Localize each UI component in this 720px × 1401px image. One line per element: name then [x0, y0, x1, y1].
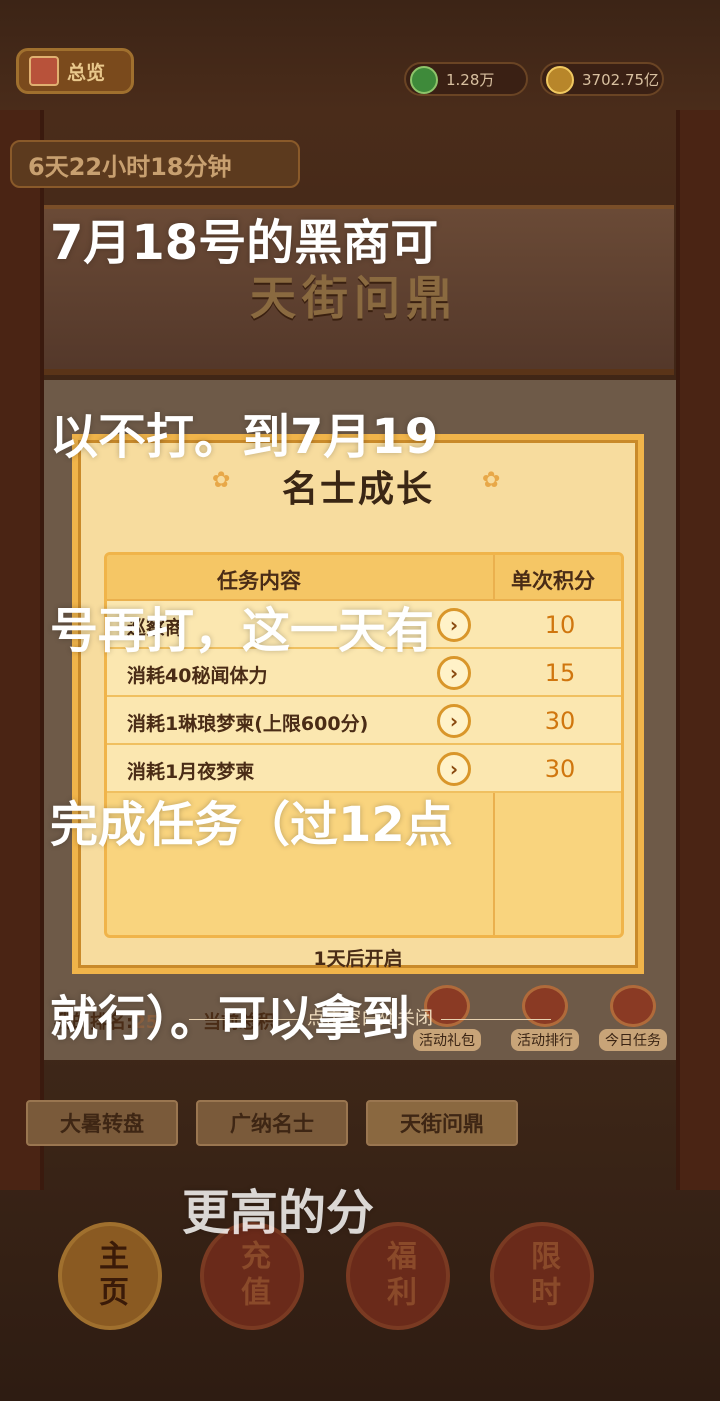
points-value: 30	[544, 755, 576, 783]
modal-title: 名士成长	[281, 469, 434, 510]
overview-label: 总览	[67, 61, 106, 84]
countdown-text: 6天22小时18分钟	[28, 152, 232, 181]
divider	[441, 1018, 551, 1020]
event-countdown: 6天22小时18分钟	[10, 140, 300, 188]
nav-recharge[interactable]: 充值	[200, 1222, 304, 1330]
currency-gold-value: 3702.75亿	[582, 70, 660, 89]
nav-limited[interactable]: 限时	[490, 1222, 594, 1330]
activity-ranking-label: 活动排行	[511, 1029, 579, 1051]
task-table: 任务内容 单次积分 巡察商 › 10 消耗40秘闻体力 › 15 消耗1琳琅梦柬…	[104, 552, 624, 938]
activity-gift-label: 活动礼包	[413, 1029, 481, 1051]
my-rank-label: 我的排名:	[54, 1012, 134, 1033]
table-header: 任务内容 单次积分	[107, 555, 621, 601]
col-task-header: 任务内容	[217, 569, 301, 593]
scroll-icon	[29, 56, 59, 86]
overview-button[interactable]: 总览	[16, 48, 134, 94]
close-hint[interactable]: 点击空白处关闭	[160, 1004, 580, 1030]
modal-footer: 1天后开启	[313, 948, 403, 970]
col-points-header: 单次积分	[511, 569, 595, 593]
right-pillar	[676, 110, 720, 1190]
nav-home[interactable]: 主页	[58, 1222, 162, 1330]
gold-coin-icon	[546, 66, 574, 94]
task-label: 消耗40秘闻体力	[127, 665, 268, 687]
jade-coin-icon	[410, 66, 438, 94]
nav-limited-label: 限时	[525, 1240, 560, 1312]
points-value: 30	[544, 707, 576, 735]
table-row: 消耗1琳琅梦柬(上限600分) › 30	[107, 697, 621, 745]
nav-welfare-label: 福利	[381, 1240, 416, 1312]
nav-home-label: 主页	[93, 1240, 128, 1312]
tab-recruit-talent[interactable]: 广纳名士	[196, 1100, 348, 1146]
table-row: 消耗1月夜梦柬 › 30	[107, 745, 621, 793]
divider	[189, 1018, 299, 1020]
chevron-right-icon[interactable]: ›	[437, 608, 471, 642]
daily-task-button[interactable]: 今日任务	[594, 985, 672, 1053]
table-row: 消耗40秘闻体力 › 15	[107, 649, 621, 697]
table-row: 巡察商 › 10	[107, 601, 621, 649]
task-label: 巡察商	[127, 617, 185, 639]
points-value: 15	[544, 659, 576, 687]
nav-welfare[interactable]: 福利	[346, 1222, 450, 1330]
growth-task-modal: ✿ 名士成长 ✿ 任务内容 单次积分 巡察商 › 10 消耗40秘闻体力 › 1…	[72, 434, 644, 974]
points-value: 10	[544, 611, 576, 639]
left-pillar	[0, 110, 44, 1190]
daily-task-label: 今日任务	[599, 1029, 667, 1051]
chevron-right-icon[interactable]: ›	[437, 704, 471, 738]
currency-silver[interactable]: 1.28万	[404, 62, 528, 96]
banner-title: 天街问鼎	[250, 271, 458, 325]
my-rank-value: 25	[133, 1012, 159, 1033]
chevron-right-icon[interactable]: ›	[437, 752, 471, 786]
tab-tianjie-wending[interactable]: 天街问鼎	[366, 1100, 518, 1146]
my-rank: 我的排名:25	[54, 1008, 158, 1034]
tab-summer-wheel[interactable]: 大暑转盘	[26, 1100, 178, 1146]
currency-gold[interactable]: 3702.75亿	[540, 62, 664, 96]
task-label: 消耗1月夜梦柬	[127, 761, 255, 783]
close-hint-text: 点击空白处关闭	[307, 1008, 433, 1029]
nav-recharge-label: 充值	[235, 1240, 270, 1312]
chevron-right-icon[interactable]: ›	[437, 656, 471, 690]
flower-ornament-icon: ✿	[482, 468, 501, 493]
task-scroll-icon	[610, 985, 656, 1027]
currency-silver-value: 1.28万	[446, 70, 495, 89]
task-label: 消耗1琳琅梦柬(上限600分)	[127, 713, 369, 735]
